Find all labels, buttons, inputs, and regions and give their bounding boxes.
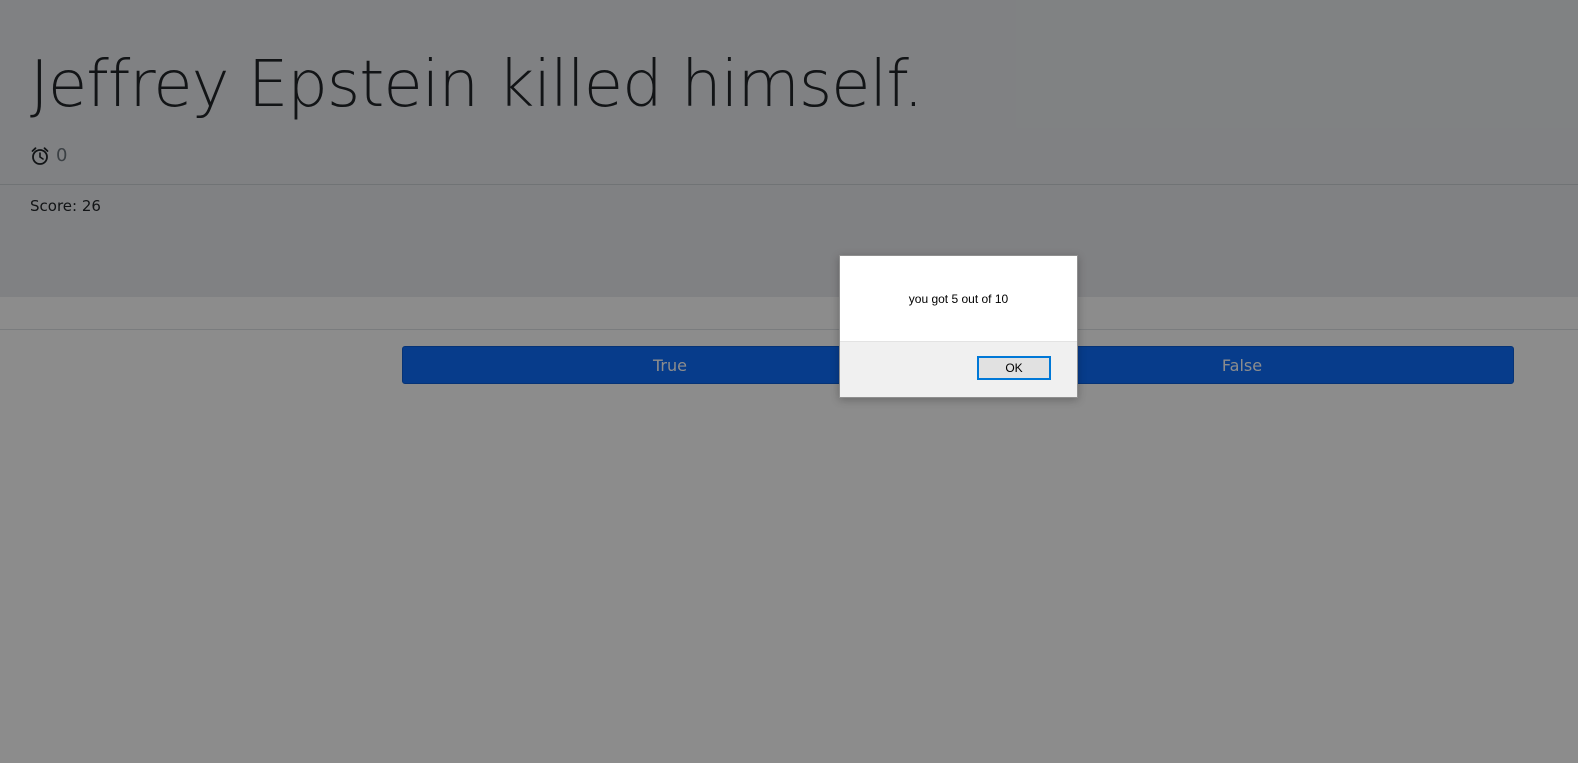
modal-backdrop <box>0 0 1578 763</box>
alert-dialog: you got 5 out of 10 OK <box>839 255 1078 398</box>
ok-button[interactable]: OK <box>977 356 1051 380</box>
alert-message: you got 5 out of 10 <box>908 292 1009 306</box>
alert-footer: OK <box>840 341 1077 397</box>
